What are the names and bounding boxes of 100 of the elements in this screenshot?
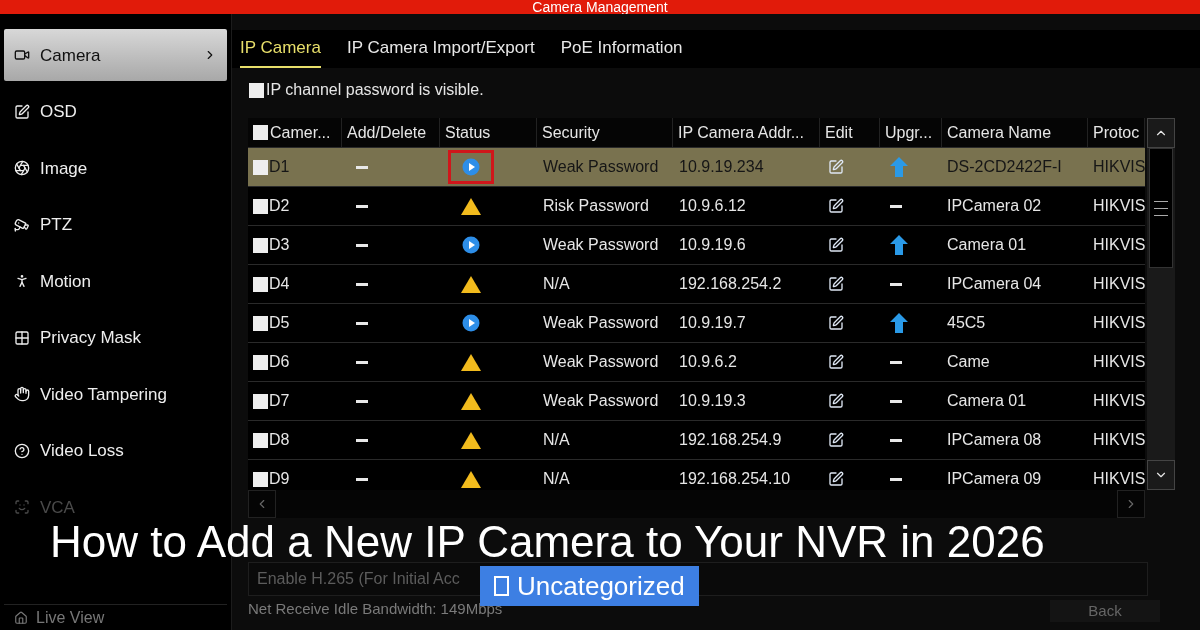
minus-icon: [890, 204, 902, 208]
cctv-icon: [14, 216, 30, 233]
table-cell-text: HIKVIS: [1093, 352, 1145, 372]
table-cell-text: IPCamera 04: [947, 274, 1042, 294]
live-view-link[interactable]: Live View: [36, 605, 105, 630]
column-header[interactable]: Camera Name: [942, 118, 1088, 147]
category-badge[interactable]: Uncategorized: [480, 566, 699, 606]
table-cell-text: D2: [269, 196, 290, 216]
horizontal-scrollbar[interactable]: [248, 490, 1145, 518]
checkbox[interactable]: [253, 198, 268, 214]
checkbox[interactable]: [249, 82, 264, 98]
checkbox[interactable]: [253, 471, 268, 487]
table-cell-text: Camera 01: [947, 391, 1027, 411]
table-row[interactable]: D5 Weak Password 10.9.19.7 45C5 HIKVIS: [248, 304, 1145, 343]
table-cell-text: D3: [269, 235, 290, 255]
up-arrow-icon[interactable]: [890, 235, 908, 255]
question-icon: [14, 442, 30, 459]
checkbox[interactable]: [253, 276, 268, 292]
edit-icon[interactable]: [828, 198, 844, 214]
table-cell-text: 192.168.254.9: [679, 430, 782, 450]
edit-icon[interactable]: [828, 432, 844, 448]
face-scan-icon: [14, 499, 30, 516]
square-icon: [494, 576, 509, 596]
table-cell-text: Weak Password: [543, 391, 659, 411]
table-row[interactable]: D2 Risk Password 10.9.6.12 IPCamera 02 HIKVIS: [248, 187, 1145, 226]
column-header[interactable]: IP Camera Addr...: [673, 118, 820, 147]
minus-icon: [890, 399, 902, 403]
edit-icon[interactable]: [828, 354, 844, 370]
minus-icon: [890, 360, 902, 364]
checkbox[interactable]: [253, 393, 268, 409]
table-cell-text: IPCamera 02: [947, 196, 1042, 216]
sidebar-item[interactable]: Image: [4, 154, 227, 183]
table-cell-text: D8: [269, 430, 290, 450]
table-cell-text: 10.9.6.2: [679, 352, 737, 372]
column-header[interactable]: Upgr...: [880, 118, 942, 147]
table-row[interactable]: D3 Weak Password 10.9.19.6 Camera 01 HIKVIS: [248, 226, 1145, 265]
table-cell-text: N/A: [543, 430, 570, 450]
table-cell-text: D5: [269, 313, 290, 333]
vertical-scrollbar[interactable]: [1147, 118, 1175, 490]
table-row[interactable]: D4 N/A 192.168.254.2 IPCamera 04 HIKVIS: [248, 265, 1145, 304]
sidebar-item[interactable]: OSD: [4, 97, 227, 126]
edit-icon[interactable]: [828, 237, 844, 253]
checkbox[interactable]: [253, 159, 268, 175]
sidebar-item[interactable]: Motion: [4, 267, 227, 296]
tab[interactable]: IP Camera Import/Export: [346, 30, 535, 68]
column-header[interactable]: Edit: [820, 118, 880, 147]
table-row[interactable]: D6 Weak Password 10.9.6.2 Came HIKVIS: [248, 343, 1145, 382]
sidebar-item[interactable]: Privacy Mask: [4, 323, 227, 352]
up-arrow-icon[interactable]: [890, 313, 908, 333]
minus-icon: [356, 399, 368, 403]
table-cell-text: Weak Password: [543, 235, 659, 255]
hand-icon: [14, 386, 30, 403]
table-cell-text: 192.168.254.10: [679, 469, 791, 489]
minus-icon: [356, 243, 368, 247]
minus-icon: [356, 204, 368, 208]
edit-icon[interactable]: [828, 471, 844, 487]
table-cell-text: D7: [269, 391, 290, 411]
checkbox[interactable]: [253, 354, 268, 370]
minus-icon: [356, 438, 368, 442]
column-header[interactable]: Protoc: [1088, 118, 1145, 147]
window-title: Camera Management: [532, 0, 668, 14]
edit-icon[interactable]: [828, 393, 844, 409]
column-header[interactable]: Security: [537, 118, 673, 147]
checkbox[interactable]: [253, 237, 268, 253]
minus-icon: [890, 477, 902, 481]
table-cell-text: Risk Password: [543, 196, 649, 216]
column-header[interactable]: Status: [440, 118, 537, 147]
sidebar-item[interactable]: Video Tampering: [4, 380, 227, 409]
minus-icon: [890, 438, 902, 442]
sidebar-item[interactable]: Camera: [4, 29, 227, 82]
sidebar-item[interactable]: Video Loss: [4, 436, 227, 465]
edit-icon[interactable]: [828, 315, 844, 331]
checkbox[interactable]: [253, 315, 268, 331]
column-header[interactable]: Add/Delete: [342, 118, 440, 147]
tab[interactable]: IP Camera: [240, 30, 321, 68]
table-cell-text: N/A: [543, 274, 570, 294]
table-cell-text: Weak Password: [543, 157, 659, 177]
table-row[interactable]: D7 Weak Password 10.9.19.3 Camera 01 HIKVIS: [248, 382, 1145, 421]
minus-icon: [890, 282, 902, 286]
table-cell-text: D6: [269, 352, 290, 372]
table-cell-text: 10.9.19.234: [679, 157, 764, 177]
table-cell-text: 45C5: [947, 313, 986, 333]
checkbox[interactable]: [253, 125, 268, 140]
table-row[interactable]: D9 N/A 192.168.254.10 IPCamera 09 HIKVIS: [248, 460, 1145, 490]
checkbox-label: IP channel password is visible.: [266, 80, 484, 100]
table-row[interactable]: D8 N/A 192.168.254.9 IPCamera 08 HIKVIS: [248, 421, 1145, 460]
table-cell-text: 10.9.19.6: [679, 235, 746, 255]
minus-icon: [356, 282, 368, 286]
table-cell-text: HIKVIS: [1093, 235, 1145, 255]
table-row[interactable]: D1 Weak Password 10.9.19.234 DS-2CD2422F-I HIKVIS: [248, 148, 1145, 187]
table-cell-text: Weak Password: [543, 313, 659, 333]
table-cell-text: DS-2CD2422F-I: [947, 157, 1062, 177]
sidebar-item[interactable]: PTZ: [4, 210, 227, 239]
edit-icon[interactable]: [828, 276, 844, 292]
table-cell-text: HIKVIS: [1093, 430, 1145, 450]
table-cell-text: HIKVIS: [1093, 313, 1145, 333]
column-header[interactable]: Camer...: [248, 118, 342, 147]
table-cell-text: N/A: [543, 469, 570, 489]
checkbox[interactable]: [253, 432, 268, 448]
tab[interactable]: PoE Information: [560, 30, 683, 68]
